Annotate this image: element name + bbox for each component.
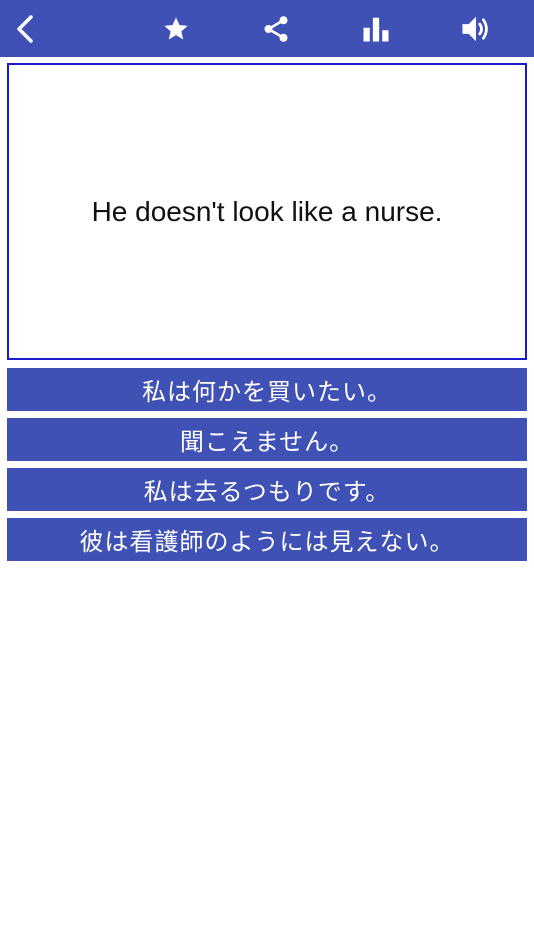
answer-option[interactable]: 聞こえません。 (7, 418, 527, 461)
answer-option[interactable]: 私は何かを買いたい。 (7, 368, 527, 411)
question-card: He doesn't look like a nurse. (7, 63, 527, 360)
answer-option[interactable]: 私は去るつもりです。 (7, 468, 527, 511)
star-icon (164, 16, 188, 39)
question-text: He doesn't look like a nurse. (91, 195, 443, 227)
speaker-icon (462, 16, 488, 41)
share-icon (264, 15, 288, 42)
chevron-left-icon (17, 14, 33, 43)
answer-option[interactable]: 彼は看護師のようには見えない。 (7, 518, 527, 561)
stats-button[interactable] (346, 0, 406, 57)
bar-chart-icon (363, 17, 389, 41)
answer-list: 私は何かを買いたい。 聞こえません。 私は去るつもりです。 彼は看護師のようには… (7, 368, 527, 568)
favorite-button[interactable] (146, 0, 206, 57)
back-button[interactable] (0, 0, 50, 57)
sound-button[interactable] (446, 0, 506, 57)
share-button[interactable] (246, 0, 306, 57)
top-toolbar (0, 0, 534, 57)
